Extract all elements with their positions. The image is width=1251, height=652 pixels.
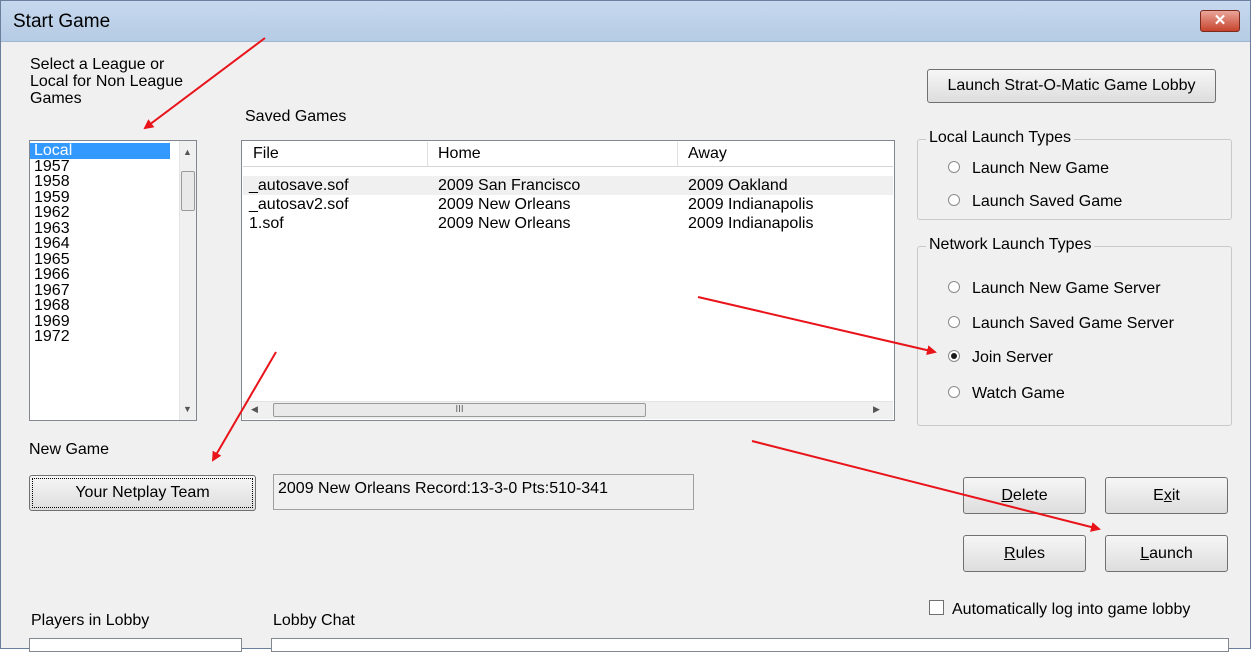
cell-file: 1.sof (249, 215, 284, 232)
cell-file: _autosav2.sof (249, 196, 349, 213)
close-button[interactable]: ✕ (1200, 10, 1240, 32)
saved-game-row[interactable]: _autosav2.sof 2009 New Orleans 2009 Indi… (243, 195, 893, 214)
radio-launch-new-game-server[interactable]: Launch New Game Server (948, 280, 1161, 298)
lobby-chat-label: Lobby Chat (273, 612, 355, 629)
scroll-up-icon[interactable]: ▲ (183, 147, 192, 157)
delete-label: elete (1012, 487, 1048, 504)
rules-button[interactable]: Rules (963, 535, 1086, 572)
launch-accel: L (1140, 545, 1150, 562)
auto-login-checkbox[interactable]: Automatically log into game lobby (929, 600, 1191, 619)
league-item[interactable]: 1968 (30, 298, 196, 314)
rules-accel: R (1004, 545, 1016, 562)
exit-button[interactable]: Exit (1105, 477, 1228, 514)
radio-label: Join Server (972, 349, 1053, 366)
exit-accel: x (1163, 487, 1172, 504)
team-info-field: 2009 New Orleans Record:13-3-0 Pts:510-3… (273, 474, 694, 510)
league-item[interactable]: 1958 (30, 174, 196, 190)
players-in-lobby-label: Players in Lobby (31, 612, 150, 629)
league-item[interactable]: Local (30, 143, 170, 159)
saved-games-label: Saved Games (245, 108, 347, 125)
league-label-line: Local for Non League (30, 73, 183, 90)
league-label-line: Select a League or (30, 56, 165, 73)
league-item[interactable]: 1966 (30, 267, 196, 283)
saved-games-header: File Home Away (243, 142, 893, 167)
scroll-thumb[interactable] (181, 171, 195, 211)
exit-label-pre: E (1153, 487, 1164, 504)
your-netplay-team-button[interactable]: Your Netplay Team (29, 475, 256, 511)
column-away[interactable]: Away (678, 142, 893, 166)
saved-games-list[interactable]: File Home Away _autosave.sof 2009 San Fr… (241, 140, 895, 421)
cell-home: 2009 New Orleans (438, 196, 571, 213)
league-item[interactable]: 1967 (30, 282, 196, 299)
league-item[interactable]: 1957 (30, 158, 196, 175)
cell-file: _autosave.sof (249, 177, 349, 194)
radio-icon (948, 193, 960, 206)
title-bar: Start Game ✕ (1, 1, 1250, 42)
scroll-thumb[interactable]: III (273, 403, 646, 417)
radio-selected-icon (948, 349, 960, 362)
window-title: Start Game (13, 11, 111, 32)
network-launch-group: Network Launch Types Launch New Game Ser… (917, 236, 1232, 426)
delete-button[interactable]: Delete (963, 477, 1086, 514)
scroll-down-icon[interactable]: ▼ (183, 404, 192, 414)
saved-game-row[interactable]: 1.sof 2009 New Orleans 2009 Indianapolis (243, 214, 893, 233)
league-item[interactable]: 1962 (30, 205, 196, 221)
scroll-left-icon[interactable]: ◀ (251, 404, 258, 415)
close-icon: ✕ (1213, 12, 1227, 29)
league-label: Select a League or Local for Non League … (30, 56, 183, 107)
new-game-label: New Game (29, 441, 110, 458)
radio-icon (948, 280, 960, 293)
league-item[interactable]: 1969 (30, 313, 196, 330)
cell-away: 2009 Oakland (688, 177, 788, 194)
radio-icon (948, 315, 960, 328)
league-scrollbar[interactable]: ▲ ▼ (179, 141, 196, 420)
cell-home: 2009 San Francisco (438, 177, 581, 194)
delete-accel: D (1001, 487, 1013, 504)
radio-label: Launch New Game Server (972, 280, 1161, 297)
column-file[interactable]: File (243, 142, 428, 166)
local-launch-group: Local Launch Types Launch New Game Launc… (917, 129, 1232, 220)
network-launch-title: Network Launch Types (926, 236, 1095, 254)
radio-icon (948, 385, 960, 398)
radio-icon (948, 160, 960, 173)
saved-game-row[interactable]: _autosave.sof 2009 San Francisco 2009 Oa… (243, 176, 893, 195)
league-label-line: Games (30, 90, 82, 107)
cell-away: 2009 Indianapolis (688, 215, 814, 232)
checkbox-icon (929, 600, 944, 616)
radio-label: Watch Game (972, 385, 1065, 402)
auto-login-label: Automatically log into game lobby (952, 601, 1191, 618)
launch-label: aunch (1149, 545, 1193, 562)
league-item[interactable]: 1959 (30, 189, 196, 206)
launch-lobby-button[interactable]: Launch Strat-O-Matic Game Lobby (927, 69, 1216, 103)
scroll-right-icon[interactable]: ▶ (873, 404, 880, 415)
cell-home: 2009 New Orleans (438, 215, 571, 232)
column-home[interactable]: Home (428, 142, 678, 166)
start-game-dialog: Start Game ✕ Select a League or Local fo… (0, 0, 1251, 652)
radio-label: Launch Saved Game (972, 193, 1123, 210)
league-listbox[interactable]: Local 1957 1958 1959 1962 1963 1964 1965 1966 196… (29, 140, 197, 421)
radio-watch-game[interactable]: Watch Game (948, 385, 1065, 403)
players-list[interactable] (29, 638, 242, 652)
rules-label: ules (1015, 545, 1045, 562)
league-item[interactable]: 1963 (30, 220, 196, 237)
radio-label: Launch Saved Game Server (972, 315, 1174, 332)
local-launch-title: Local Launch Types (926, 129, 1075, 147)
league-item[interactable]: 1972 (30, 329, 196, 345)
radio-join-server[interactable]: Join Server (948, 349, 1053, 367)
launch-button[interactable]: Launch (1105, 535, 1228, 572)
cell-away: 2009 Indianapolis (688, 196, 814, 213)
saved-games-hscrollbar[interactable]: ◀ III ▶ (243, 401, 893, 419)
lobby-chat-box[interactable] (271, 638, 1229, 652)
radio-launch-saved-game[interactable]: Launch Saved Game (948, 193, 1122, 211)
league-item[interactable]: 1965 (30, 251, 196, 268)
exit-label: it (1171, 487, 1180, 504)
radio-launch-new-game[interactable]: Launch New Game (948, 160, 1109, 178)
radio-launch-saved-game-server[interactable]: Launch Saved Game Server (948, 315, 1174, 333)
league-item[interactable]: 1964 (30, 236, 196, 252)
radio-label: Launch New Game (972, 160, 1109, 177)
